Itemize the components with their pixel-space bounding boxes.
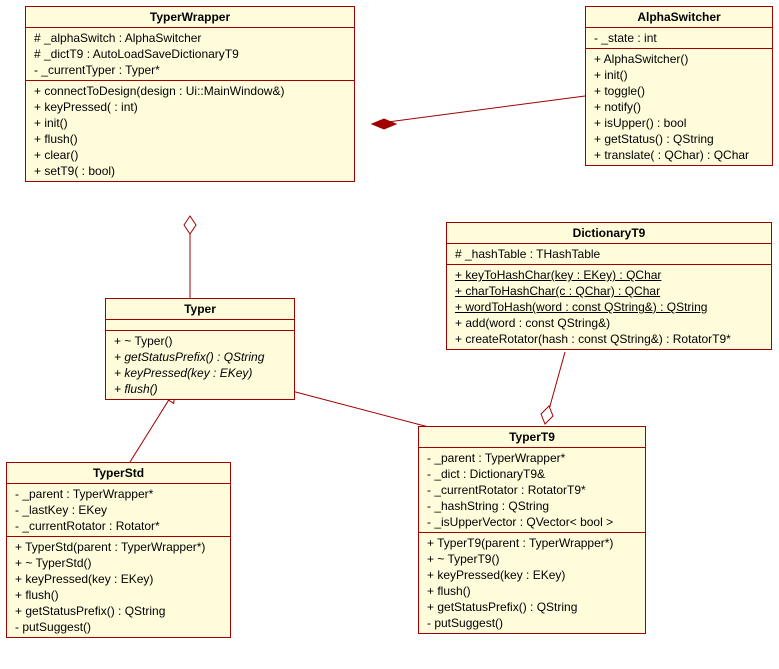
attr: - _currentTyper : Typer* <box>30 62 350 78</box>
attr: - _dict : DictionaryT9& <box>423 466 641 482</box>
op: + isUpper() : bool <box>590 115 768 131</box>
op: + add(word : const QString&) <box>451 315 767 331</box>
class-dictionaryt9: DictionaryT9 # _hashTable : THashTable +… <box>446 222 772 350</box>
class-attrs: # _hashTable : THashTable <box>447 244 771 265</box>
class-attrs: - _parent : TyperWrapper* - _lastKey : E… <box>7 484 230 537</box>
op: + keyPressed(key : EKey) <box>11 571 226 587</box>
attr: # _hashTable : THashTable <box>451 246 767 262</box>
class-title: TyperStd <box>7 463 230 484</box>
attr: # _alphaSwitch : AlphaSwitcher <box>30 30 350 46</box>
op: + charToHashChar(c : QChar) : QChar <box>451 283 767 299</box>
class-title: TyperWrapper <box>26 7 354 28</box>
op: + getStatusPrefix() : QString <box>11 603 226 619</box>
op: + notify() <box>590 99 768 115</box>
class-typert9: TyperT9 - _parent : TyperWrapper* - _dic… <box>418 426 646 634</box>
op: + getStatusPrefix() : QString <box>110 349 290 365</box>
class-attrs: - _parent : TyperWrapper* - _dict : Dict… <box>419 448 645 533</box>
op: + getStatusPrefix() : QString <box>423 599 641 615</box>
op: + keyPressed(key : EKey) <box>423 567 641 583</box>
class-attrs <box>106 320 294 331</box>
attr: # _dictT9 : AutoLoadSaveDictionaryT9 <box>30 46 350 62</box>
op: - putSuggest() <box>11 619 226 635</box>
attr: - _parent : TyperWrapper* <box>423 450 641 466</box>
class-alphaswitcher: AlphaSwitcher - _state : int + AlphaSwit… <box>585 6 773 166</box>
class-title: AlphaSwitcher <box>586 7 772 28</box>
op: + TyperT9(parent : TyperWrapper*) <box>423 535 641 551</box>
op: + init() <box>30 115 350 131</box>
class-title: Typer <box>106 299 294 320</box>
attr: - _currentRotator : Rotator* <box>11 518 226 534</box>
attr: - _parent : TyperWrapper* <box>11 486 226 502</box>
op: + keyToHashChar(key : EKey) : QChar <box>451 267 767 283</box>
op: + ~ TyperStd() <box>11 555 226 571</box>
op: + keyPressed(key : EKey) <box>110 365 290 381</box>
op: + AlphaSwitcher() <box>590 51 768 67</box>
op: + keyPressed( : int) <box>30 99 350 115</box>
attr: - _isUpperVector : QVector< bool > <box>423 514 641 530</box>
op: + connectToDesign(design : Ui::MainWindo… <box>30 83 350 99</box>
op: - putSuggest() <box>423 615 641 631</box>
class-title: DictionaryT9 <box>447 223 771 244</box>
op: + flush() <box>110 381 290 397</box>
class-attrs: - _state : int <box>586 28 772 49</box>
op: + ~ TyperT9() <box>423 551 641 567</box>
attr: - _state : int <box>590 30 768 46</box>
op: + wordToHash(word : const QString&) : QS… <box>451 299 767 315</box>
class-ops: + connectToDesign(design : Ui::MainWindo… <box>26 81 354 181</box>
op: + toggle() <box>590 83 768 99</box>
op: + getStatus() : QString <box>590 131 768 147</box>
op: + init() <box>590 67 768 83</box>
class-typerwrapper: TyperWrapper # _alphaSwitch : AlphaSwitc… <box>25 6 355 182</box>
class-typerstd: TyperStd - _parent : TyperWrapper* - _la… <box>6 462 231 638</box>
class-ops: + AlphaSwitcher() + init() + toggle() + … <box>586 49 772 165</box>
op: + setT9( : bool) <box>30 163 350 179</box>
class-title: TyperT9 <box>419 427 645 448</box>
attr: - _lastKey : EKey <box>11 502 226 518</box>
class-typer: Typer + ~ Typer() + getStatusPrefix() : … <box>105 298 295 400</box>
class-ops: + TyperT9(parent : TyperWrapper*) + ~ Ty… <box>419 533 645 633</box>
op: + clear() <box>30 147 350 163</box>
op: + TyperStd(parent : TyperWrapper*) <box>11 539 226 555</box>
op: + ~ Typer() <box>110 333 290 349</box>
op: + flush() <box>11 587 226 603</box>
attr: - _hashString : QString <box>423 498 641 514</box>
attr: - _currentRotator : RotatorT9* <box>423 482 641 498</box>
class-attrs: # _alphaSwitch : AlphaSwitcher # _dictT9… <box>26 28 354 81</box>
op: + createRotator(hash : const QString&) :… <box>451 331 767 347</box>
op: + translate( : QChar) : QChar <box>590 147 768 163</box>
class-ops: + keyToHashChar(key : EKey) : QChar + ch… <box>447 265 771 349</box>
op: + flush() <box>30 131 350 147</box>
class-ops: + TyperStd(parent : TyperWrapper*) + ~ T… <box>7 537 230 637</box>
op: + flush() <box>423 583 641 599</box>
class-ops: + ~ Typer() + getStatusPrefix() : QStrin… <box>106 331 294 399</box>
